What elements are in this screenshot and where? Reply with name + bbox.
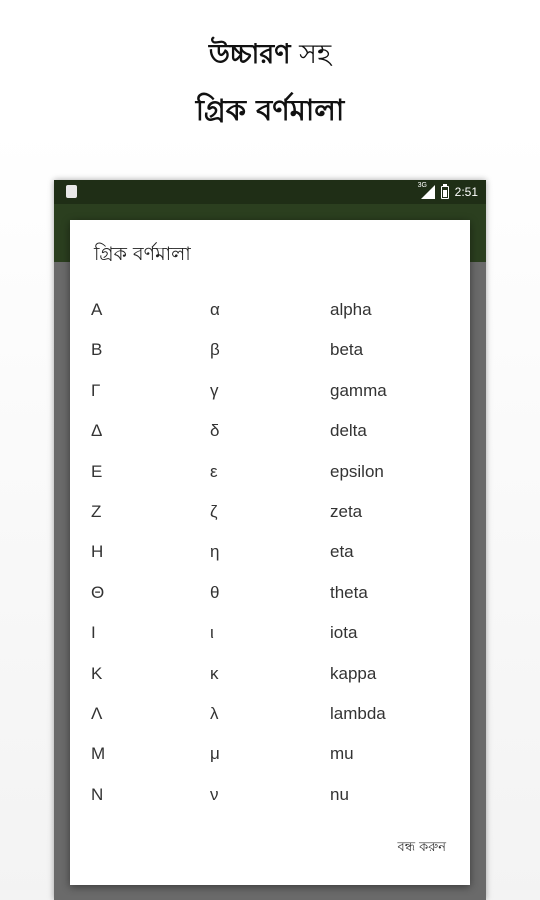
letter-name: alpha (330, 300, 372, 319)
uppercase-letter: Ν (91, 784, 104, 804)
uppercase-letter: Α (91, 300, 103, 319)
lowercase-letter: γ (210, 380, 219, 400)
lowercase-letter: λ (210, 703, 219, 723)
list-item: Νν nu (70, 775, 470, 815)
list-item: Ββ beta (70, 330, 470, 370)
uppercase-letter: Ε (91, 461, 103, 481)
list-item: Ιι iota (70, 613, 470, 653)
list-item: Μμ mu (70, 734, 470, 774)
uppercase-letter: Γ (91, 380, 101, 400)
promo-heading-line2: গ্রিক বর্ণমালা (195, 93, 345, 127)
greek-alphabet-dialog: গ্রিক বর্ণমালা Αα alpha Ββ beta Γγ gamma Δδ del… (70, 220, 470, 885)
uppercase-letter: Ι (91, 623, 96, 643)
uppercase-letter: Ζ (91, 501, 102, 521)
lowercase-letter: κ (210, 663, 219, 683)
network-type-label: 3G (417, 182, 427, 189)
list-item: Γγ gamma (70, 371, 470, 411)
lowercase-letter: ν (210, 784, 219, 804)
letter-name: theta (330, 582, 368, 602)
letter-name: lambda (330, 703, 386, 723)
notification-icon (66, 185, 77, 198)
lowercase-letter: η (210, 542, 220, 562)
status-bar: 3G 2:51 (54, 180, 486, 204)
list-item: Λλ lambda (70, 694, 470, 734)
promo-heading-bold: উচ্চারণ (208, 39, 291, 70)
status-time: 2:51 (454, 185, 478, 199)
lowercase-letter: θ (210, 582, 220, 602)
close-button[interactable]: বন্ধ করুন (398, 836, 447, 861)
uppercase-letter: Η (91, 542, 104, 562)
list-item: Δδ delta (70, 411, 470, 451)
letter-name: zeta (330, 501, 363, 521)
device-screen: 3G 2:51 গ্রিক বর্ণমালা Αα alpha Ββ beta Γγ ga… (54, 180, 486, 900)
letter-name: kappa (330, 663, 377, 683)
list-item: Αα alpha (70, 290, 470, 330)
letter-name: delta (330, 421, 367, 441)
uppercase-letter: Θ (91, 582, 105, 602)
letter-name: gamma (330, 380, 387, 400)
signal-icon: 3G (417, 182, 435, 199)
letter-name: nu (330, 784, 349, 804)
list-item: Εε epsilon (70, 452, 470, 492)
lowercase-letter: ε (210, 461, 218, 481)
list-item: Κκ kappa (70, 654, 470, 694)
letter-name: mu (330, 744, 354, 764)
list-item: Θθ theta (70, 573, 470, 613)
uppercase-letter: Δ (91, 421, 103, 441)
letter-name: iota (330, 623, 358, 643)
lowercase-letter: β (210, 340, 220, 360)
promo-heading-light: সহ (290, 39, 332, 70)
letter-list[interactable]: Αα alpha Ββ beta Γγ gamma Δδ delta Εε epsilon Ζζ ze… (70, 290, 470, 815)
battery-icon (440, 183, 449, 199)
lowercase-letter: δ (210, 421, 220, 441)
lowercase-letter: ζ (210, 501, 218, 521)
list-item: Ζζ zeta (70, 492, 470, 532)
uppercase-letter: Μ (91, 744, 106, 764)
dialog-title: গ্রিক বর্ণমালা (94, 243, 191, 265)
promo-heading-line1: উচ্চারণ সহ (0, 34, 540, 79)
lowercase-letter: ι (210, 623, 214, 643)
letter-name: epsilon (330, 461, 384, 481)
uppercase-letter: Λ (91, 703, 103, 723)
uppercase-letter: Κ (91, 663, 103, 683)
list-item: Ηη eta (70, 532, 470, 572)
letter-name: eta (330, 542, 354, 562)
screenshot-frame: উচ্চারণ সহ গ্রিক বর্ণমালা 3G 2:51 গ্রিক … (0, 0, 540, 900)
lowercase-letter: α (210, 300, 220, 319)
lowercase-letter: μ (210, 744, 220, 764)
letter-name: beta (330, 340, 364, 360)
status-indicators: 3G 2:51 (417, 182, 478, 201)
uppercase-letter: Β (91, 340, 103, 360)
